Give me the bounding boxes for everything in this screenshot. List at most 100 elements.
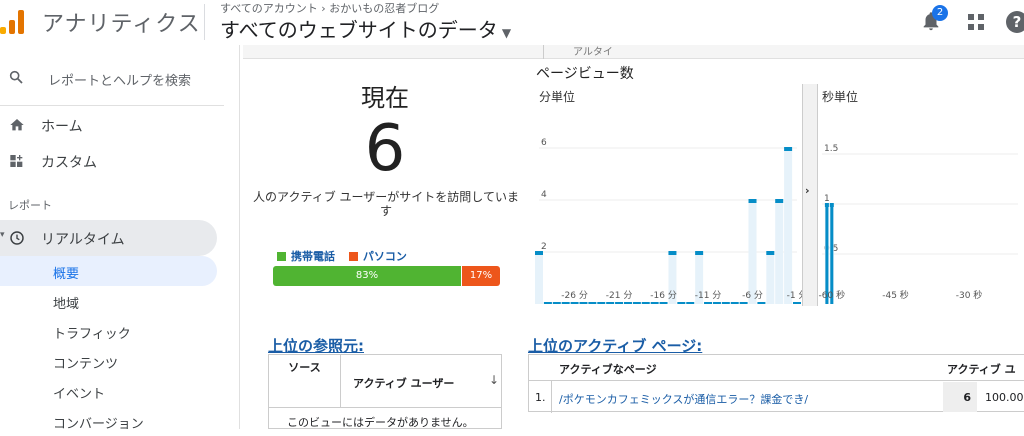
legend-swatch-mobile [277, 252, 286, 261]
row-divider [551, 381, 552, 413]
sub-label: 地域 [53, 297, 80, 312]
help-icon[interactable]: ? [1006, 11, 1024, 33]
legend-desktop: パソコン [348, 248, 407, 264]
bar-baseline [677, 302, 686, 304]
report-search[interactable]: レポートとヘルプを検索 [0, 59, 224, 95]
top-active-pages-title[interactable]: 上位のアクティブ ページ: [528, 335, 702, 356]
x-tick-label: -30 秒 [956, 289, 983, 301]
sidebar-sub-conversions[interactable]: コンバージョン [0, 406, 217, 436]
strip-text: アルタイ [573, 47, 613, 58]
col-header-page[interactable]: アクティブなページ [559, 361, 657, 377]
strip-divider [543, 45, 544, 59]
sidebar-sub-content[interactable]: コンテンツ [0, 346, 217, 376]
y-tick-label: 1.5 [824, 144, 838, 154]
bar-baseline [730, 302, 739, 304]
reports-section-label: レポート [8, 199, 52, 212]
sidebar-item-home[interactable]: ホーム [0, 108, 224, 142]
top-referrers-title[interactable]: 上位の参照元: [268, 335, 364, 356]
bar-baseline [712, 302, 721, 304]
chart-divider-handle[interactable]: › [802, 84, 818, 306]
app-title[interactable]: アナリティクス [42, 6, 201, 38]
bar-baseline [757, 302, 766, 304]
empty-message: このビューにはデータがありません。 [287, 416, 474, 429]
sidebar-sub-overview[interactable]: 概要 [0, 256, 217, 286]
sidebar-sub-locations[interactable]: 地域 [0, 286, 217, 316]
bar-cap [766, 251, 775, 255]
active-users-count: 6 [364, 112, 406, 186]
sub-label: 概要 [53, 267, 80, 282]
legend-swatch-desktop [348, 252, 358, 261]
sub-label: コンバージョン [53, 417, 144, 432]
second-chart-panel: 0.511.5-60 秒-45 秒-30 秒 秒単位 [818, 84, 1024, 306]
bar-baseline [659, 302, 668, 304]
referrers-table: ソース アクティブ ユーザー ↓ このビューにはデータがありません。 [268, 354, 502, 429]
bar-baseline [543, 302, 552, 304]
logo-bar-2 [9, 20, 15, 34]
apps-grid-icon[interactable] [968, 14, 984, 30]
bar-baseline [704, 302, 713, 304]
x-tick-label: -6 分 [742, 290, 763, 301]
bar-baseline [570, 302, 579, 304]
bar-baseline [650, 302, 659, 304]
expand-arrow-icon: ▾ [0, 230, 5, 240]
sidebar: レポートとヘルプを検索 ホーム カスタム レポート ▾ リアルタイム 概要 地域… [0, 45, 240, 432]
minute-chart-title: 分単位 [539, 90, 576, 104]
sidebar-sub-traffic[interactable]: トラフィック [0, 316, 217, 346]
row-number: 1. [535, 391, 546, 404]
clock-icon [10, 231, 24, 245]
bar-fill [784, 148, 793, 304]
bar-baseline [606, 302, 615, 304]
desktop-share-segment[interactable]: 17% [462, 266, 500, 286]
col-header-active-users[interactable]: アクティブ ユ [947, 361, 1016, 377]
col-header-source[interactable]: ソース [269, 355, 341, 407]
active-users-description: 人のアクティブ ユーザーがサイトを訪問しています [253, 190, 519, 218]
y-tick-label: 1 [824, 194, 830, 204]
bar-baseline [641, 302, 650, 304]
bar-baseline [597, 302, 606, 304]
legend-mobile-label: 携帯電話 [291, 250, 335, 263]
bar-baseline [588, 302, 597, 304]
sort-arrow-icon[interactable]: ↓ [489, 373, 499, 387]
second-chart-title: 秒単位 [822, 90, 859, 104]
search-placeholder: レポートとヘルプを検索 [48, 74, 192, 89]
bar-baseline [615, 302, 624, 304]
y-tick-label: 6 [541, 138, 547, 148]
sidebar-sub-events[interactable]: イベント [0, 376, 217, 406]
page-link[interactable]: /ポケモンカフェミックスが通信エラー？課金でき/ [559, 391, 808, 407]
view-selector[interactable]: すべてのウェブサイトのデータ ▼ [220, 14, 511, 43]
bar-cap [748, 199, 757, 203]
device-legend: 携帯電話 パソコン [277, 248, 417, 264]
bar-baseline [579, 302, 588, 304]
x-tick-label: -60 秒 [819, 289, 846, 301]
bar-cap [535, 251, 543, 255]
x-tick-label: -11 分 [695, 290, 722, 301]
logo-bar-3 [18, 10, 24, 34]
bar-cap [784, 147, 793, 151]
x-tick-label: -1 分 [787, 290, 802, 301]
x-tick-label: -26 分 [561, 290, 588, 301]
bar-baseline [623, 302, 632, 304]
x-tick-label: -21 分 [606, 290, 633, 301]
bar-baseline [686, 302, 695, 304]
sub-label: コンテンツ [53, 357, 119, 372]
sidebar-item-realtime[interactable]: ▾ リアルタイム [0, 220, 217, 256]
now-label: 現在 [361, 84, 409, 112]
bar-baseline [552, 302, 561, 304]
top-strip: アルタイ [243, 45, 1024, 59]
bar-baseline [721, 302, 730, 304]
dropdown-caret-icon: ▼ [501, 26, 512, 40]
minute-chart-panel: 2 4 6 -26 分 -21 分 -16 分 -11 分 -6 分 -1 分 分単位 [535, 84, 802, 306]
bar [830, 204, 834, 304]
x-tick-label: -45 秒 [882, 289, 909, 301]
sidebar-item-custom[interactable]: カスタム [0, 144, 224, 178]
bar-fill [535, 252, 543, 304]
sidebar-divider [0, 105, 224, 106]
bar-cap [775, 199, 784, 203]
col-header-active-users[interactable]: アクティブ ユーザー [353, 375, 454, 391]
mobile-share-segment[interactable]: 83% [273, 266, 461, 286]
logo-bar-1 [0, 27, 6, 34]
bar-cap [668, 251, 677, 255]
notification-badge: 2 [932, 5, 948, 21]
bar-baseline [632, 302, 641, 304]
analytics-logo[interactable] [0, 6, 30, 34]
